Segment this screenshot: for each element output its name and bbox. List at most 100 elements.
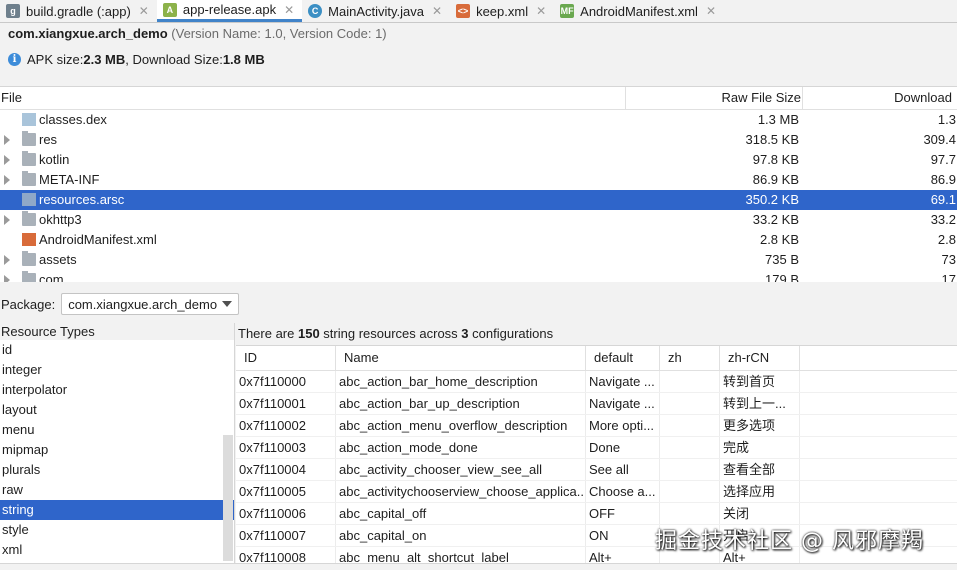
resource-zh-rcn-cell: 转到首页 [720, 371, 800, 392]
resource-name-cell: abc_activitychooserview_choose_applica..… [336, 481, 586, 502]
tab-keep-xml[interactable]: <> keep.xml ✕ [450, 0, 554, 22]
resource-zh-cell [660, 481, 720, 502]
tab-app-release-apk[interactable]: A app-release.apk ✕ [156, 0, 303, 22]
table-row[interactable]: 0x7f110000 abc_action_bar_home_descriptio… [236, 371, 957, 393]
file-row[interactable]: assets 735 B 73 [0, 250, 957, 270]
folder-icon [22, 211, 36, 226]
resources-table-header: ID Name default zh zh-rCN [236, 346, 957, 371]
info-icon: i [8, 53, 21, 66]
apk-icon: A [162, 2, 177, 17]
resource-default-cell: Choose a... [586, 481, 660, 502]
close-icon[interactable]: ✕ [284, 3, 294, 17]
resource-type-item-selected[interactable]: string [0, 500, 234, 520]
resource-zh-cell [660, 393, 720, 414]
resource-types-panel: Resource Types id integer interpolator l… [0, 323, 235, 563]
resource-zh-rcn-cell: 选择应用 [720, 481, 800, 502]
table-row[interactable]: 0x7f110001 abc_action_bar_up_description N… [236, 393, 957, 415]
expand-arrow-icon[interactable] [4, 255, 10, 265]
resource-type-item[interactable]: raw [0, 480, 234, 500]
resource-zh-cell [660, 503, 720, 524]
resource-name-cell: abc_action_menu_overflow_description [336, 415, 586, 436]
package-dropdown[interactable]: com.xiangxue.arch_demo [61, 293, 240, 315]
resource-type-item[interactable]: interpolator [0, 380, 234, 400]
column-header-zh-rcn[interactable]: zh-rCN [720, 346, 800, 370]
folder-icon [22, 271, 36, 282]
size-info: i APK size: 2.3 MB, Download Size: 1.8 M… [8, 52, 265, 67]
file-row[interactable]: res 318.5 KB 309.4 [0, 130, 957, 150]
res-folder-icon [22, 131, 36, 146]
close-icon[interactable]: ✕ [536, 4, 546, 18]
resource-type-item[interactable]: mipmap [0, 440, 234, 460]
resource-id-cell: 0x7f110002 [236, 415, 336, 436]
close-icon[interactable]: ✕ [139, 4, 149, 18]
resource-default-cell: More opti... [586, 415, 660, 436]
resource-type-item[interactable]: integer [0, 360, 234, 380]
watermark: 掘金技术社区 @ 风邪摩羯 [655, 529, 924, 554]
resource-type-item[interactable]: xml [0, 540, 234, 560]
close-icon[interactable]: ✕ [432, 4, 442, 18]
dex-file-icon [22, 113, 36, 126]
package-dropdown-value: com.xiangxue.arch_demo [68, 296, 218, 312]
column-header-file[interactable]: File [0, 87, 626, 109]
apk-size: 2.3 MB [83, 52, 126, 67]
file-row-selected[interactable]: resources.arsc 350.2 KB 69.1 [0, 190, 957, 210]
resource-name-cell: abc_action_bar_home_description [336, 371, 586, 392]
file-row[interactable]: classes.dex 1.3 MB 1.3 [0, 110, 957, 130]
column-header-name[interactable]: Name [336, 346, 586, 370]
version-info: (Version Name: 1.0, Version Code: 1) [171, 26, 387, 41]
resource-zh-cell [660, 415, 720, 436]
close-icon[interactable]: ✕ [706, 4, 716, 18]
table-row[interactable]: 0x7f110003 abc_action_mode_done Done 完成 [236, 437, 957, 459]
column-header-raw-size[interactable]: Raw File Size [626, 87, 803, 109]
resource-zh-rcn-cell: 完成 [720, 437, 800, 458]
resource-zh-cell [660, 437, 720, 458]
resource-default-cell: See all [586, 459, 660, 480]
apk-file-table: File Raw File Size Download classes.dex … [0, 86, 957, 282]
expand-arrow-icon[interactable] [4, 155, 10, 165]
table-row[interactable]: 0x7f110004 abc_activity_chooser_view_see_… [236, 459, 957, 481]
xml-file-icon: <> [456, 4, 471, 18]
resource-zh-rcn-cell: 查看全部 [720, 459, 800, 480]
expand-arrow-icon[interactable] [4, 215, 10, 225]
file-table-header: File Raw File Size Download [0, 87, 957, 110]
tab-android-manifest[interactable]: MF AndroidManifest.xml ✕ [554, 0, 724, 22]
folder-icon [22, 151, 36, 166]
download-size: 1.8 MB [222, 52, 265, 67]
resource-id-cell: 0x7f110003 [236, 437, 336, 458]
table-row[interactable]: 0x7f110006 abc_capital_off OFF 关闭 [236, 503, 957, 525]
resource-types-title: Resource Types [0, 323, 234, 340]
expand-arrow-icon[interactable] [4, 135, 10, 145]
column-header-default[interactable]: default [586, 346, 660, 370]
resource-id-cell: 0x7f110000 [236, 371, 336, 392]
scrollbar-thumb[interactable] [223, 435, 233, 561]
package-label: Package: [1, 296, 56, 312]
resource-type-item[interactable]: id [0, 340, 234, 360]
resource-id-cell: 0x7f110004 [236, 459, 336, 480]
file-row[interactable]: com 179 B 17 [0, 270, 957, 282]
resource-default-cell: Navigate ... [586, 371, 660, 392]
resource-type-item[interactable]: menu [0, 420, 234, 440]
column-header-id[interactable]: ID [236, 346, 336, 370]
resource-default-cell: OFF [586, 503, 660, 524]
tab-build-gradle[interactable]: g build.gradle (:app) ✕ [0, 0, 157, 22]
table-row[interactable]: 0x7f110005 abc_activitychooserview_choose… [236, 481, 957, 503]
resource-type-item[interactable]: layout [0, 400, 234, 420]
column-header-zh[interactable]: zh [660, 346, 720, 370]
column-header-download[interactable]: Download [803, 87, 957, 109]
file-row[interactable]: kotlin 97.8 KB 97.7 [0, 150, 957, 170]
expand-arrow-icon[interactable] [4, 175, 10, 185]
file-row[interactable]: AndroidManifest.xml 2.8 KB 2.8 [0, 230, 957, 250]
xml-file-icon [22, 233, 36, 246]
package-name: com.xiangxue.arch_demo [8, 26, 168, 41]
file-row[interactable]: META-INF 86.9 KB 86.9 [0, 170, 957, 190]
resource-type-item[interactable]: style [0, 520, 234, 540]
resource-zh-cell [660, 371, 720, 392]
resource-zh-cell [660, 459, 720, 480]
file-row[interactable]: okhttp3 33.2 KB 33.2 [0, 210, 957, 230]
table-row[interactable]: 0x7f110002 abc_action_menu_overflow_descr… [236, 415, 957, 437]
resource-name-cell: abc_action_mode_done [336, 437, 586, 458]
expand-arrow-icon[interactable] [4, 275, 10, 282]
resource-default-cell: ON [586, 525, 660, 546]
resource-type-item[interactable]: plurals [0, 460, 234, 480]
tab-main-activity[interactable]: C MainActivity.java ✕ [302, 0, 450, 22]
